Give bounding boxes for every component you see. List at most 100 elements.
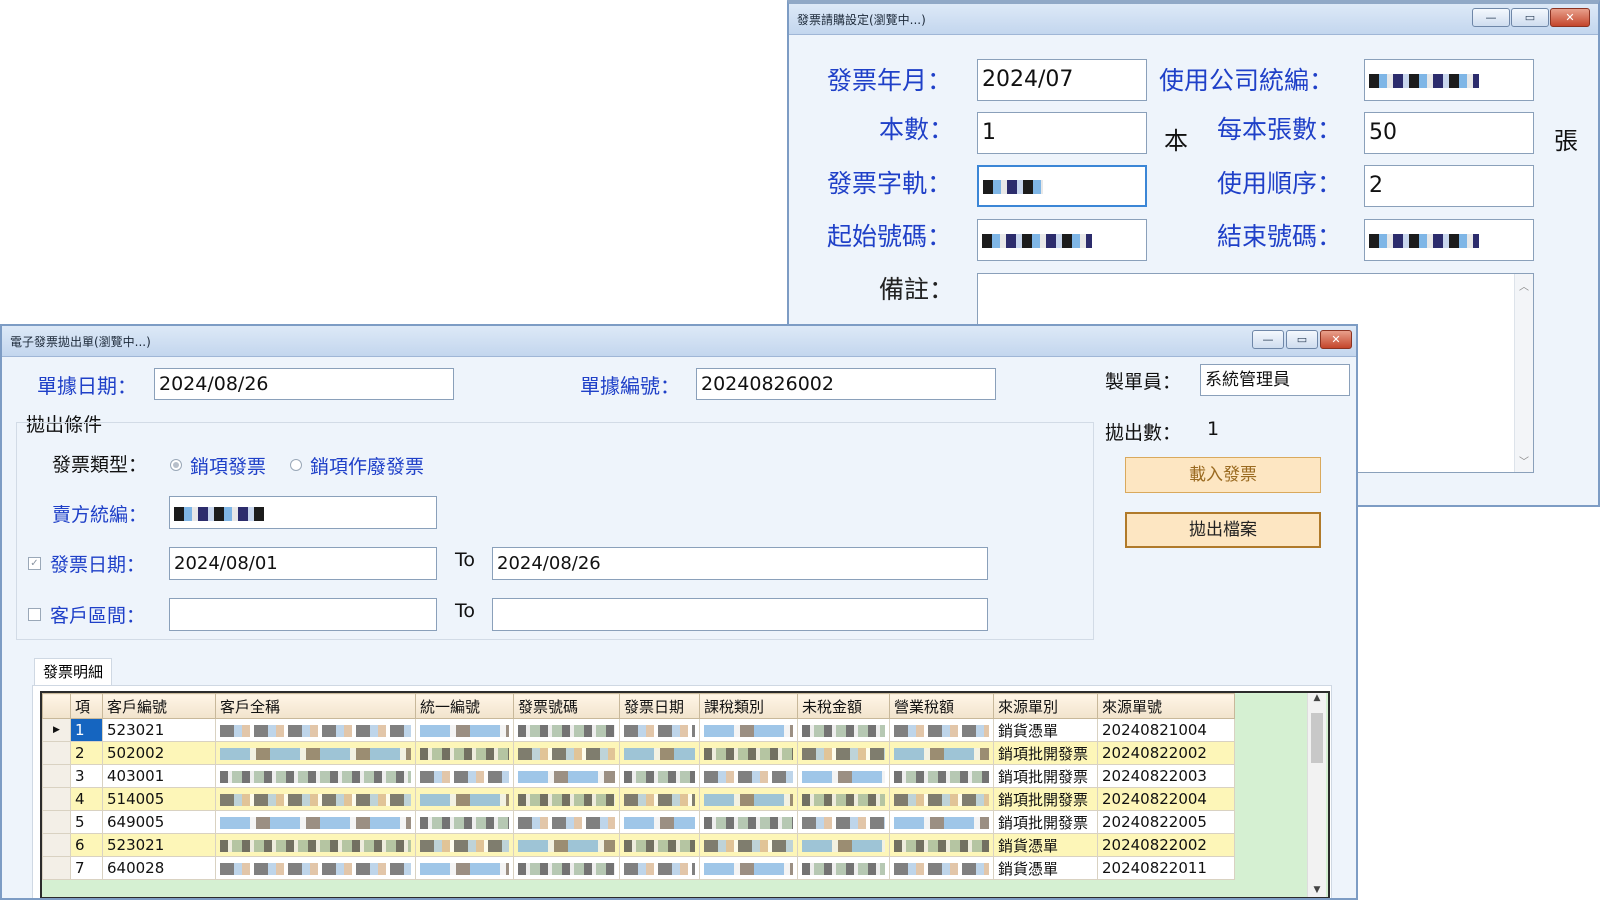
scroll-thumb[interactable] — [1311, 713, 1323, 763]
load-invoices-button[interactable]: 載入發票 — [1125, 457, 1321, 493]
void-invoice-label[interactable]: 銷項作廢發票 — [310, 452, 424, 479]
cell-customer-id: 523021 — [102, 833, 216, 857]
column-header[interactable]: 項 — [70, 693, 103, 719]
redacted-value — [624, 747, 695, 760]
memo-scrollbar[interactable]: ︿ ﹀ — [1514, 274, 1533, 472]
table-row[interactable]: 6 523021 銷貨憑單 20240822002 — [42, 833, 1235, 857]
customer-to-label: To — [455, 600, 476, 622]
maximize-button[interactable]: ▭ — [1511, 8, 1549, 27]
sales-invoice-radio[interactable] — [170, 459, 182, 471]
doc-date-label: 單據日期： — [37, 374, 137, 398]
maker-field[interactable]: 系統管理員 — [1200, 364, 1350, 396]
books-field[interactable]: 1 — [977, 112, 1147, 154]
column-header[interactable]: 客戶編號 — [102, 693, 216, 719]
redacted-value — [802, 816, 885, 829]
redacted-value — [802, 862, 885, 875]
maximize-button[interactable]: ▭ — [1286, 330, 1318, 349]
doc-date-field[interactable]: 2024/08/26 — [154, 368, 454, 400]
memo-label: 備註： — [879, 275, 955, 304]
cell-source-number: 20240822002 — [1097, 741, 1235, 765]
invoice-date-to-field[interactable]: 2024/08/26 — [492, 547, 988, 580]
cell-customer-id: 514005 — [102, 787, 216, 811]
start-number-field[interactable] — [977, 219, 1147, 261]
tab-invoice-details[interactable]: 發票明細 — [34, 658, 112, 686]
redacted-value — [518, 793, 615, 806]
redacted-value — [420, 862, 509, 875]
column-header[interactable]: 來源單別 — [993, 693, 1098, 719]
column-header[interactable]: 未稅金額 — [797, 693, 890, 719]
title-bar[interactable]: 發票請購設定(瀏覽中...) — ▭ ✕ — [789, 4, 1598, 35]
void-invoice-radio[interactable] — [290, 459, 302, 471]
title-bar[interactable]: 電子發票拋出單(瀏覽中...) — ▭ ✕ — [2, 326, 1356, 357]
export-file-button[interactable]: 拋出檔案 — [1125, 512, 1321, 548]
column-header[interactable]: 發票號碼 — [513, 693, 620, 719]
scroll-up-icon[interactable]: ▲ — [1308, 693, 1326, 703]
scroll-down-icon[interactable]: ▼ — [1308, 885, 1326, 895]
doc-number-label: 單據編號： — [580, 374, 680, 398]
row-indicator — [42, 741, 71, 765]
cell-redacted — [889, 741, 994, 765]
grid-vertical-scrollbar[interactable]: ▲ ▼ — [1307, 693, 1326, 897]
sheets-per-book-field[interactable]: 50 — [1364, 112, 1534, 154]
cell-redacted — [415, 833, 514, 857]
cell-redacted — [797, 764, 890, 788]
minimize-button[interactable]: — — [1472, 8, 1510, 27]
row-indicator — [42, 810, 71, 834]
column-header[interactable]: 來源單號 — [1097, 693, 1235, 719]
end-number-field[interactable] — [1364, 219, 1534, 261]
column-header[interactable]: 課稅類別 — [699, 693, 798, 719]
cell-redacted — [797, 833, 890, 857]
redacted-value — [802, 770, 885, 783]
cell-redacted — [619, 787, 700, 811]
redacted-value — [624, 862, 695, 875]
scroll-up-icon[interactable]: ︿ — [1515, 278, 1533, 293]
cell-redacted — [513, 718, 620, 742]
sales-invoice-label[interactable]: 銷項發票 — [190, 452, 266, 479]
close-button[interactable]: ✕ — [1320, 330, 1352, 349]
use-order-field[interactable]: 2 — [1364, 165, 1534, 207]
invoice-ym-label: 發票年月： — [827, 66, 953, 95]
invoice-ym-field[interactable]: 2024/07 — [977, 59, 1147, 101]
cell-redacted — [415, 718, 514, 742]
scroll-down-icon[interactable]: ﹀ — [1515, 453, 1533, 468]
column-header[interactable]: 發票日期 — [619, 693, 700, 719]
customer-range-to-field[interactable] — [492, 598, 988, 631]
table-row[interactable]: 2 502002 銷項批開發票 20240822002 — [42, 741, 1235, 765]
customer-range-checkbox[interactable] — [28, 608, 41, 621]
redacted-value — [894, 724, 989, 737]
maker-label: 製單員： — [1105, 371, 1182, 393]
column-header[interactable]: 統一編號 — [415, 693, 514, 719]
column-header[interactable]: 客戶全稱 — [215, 693, 416, 719]
cell-customer-id: 502002 — [102, 741, 216, 765]
cell-redacted — [215, 856, 416, 880]
invoice-track-field[interactable] — [977, 165, 1147, 207]
invoice-date-checkbox[interactable]: ✓ — [28, 557, 41, 570]
seller-tax-id-field[interactable] — [169, 496, 437, 529]
cell-source-number: 20240822011 — [1097, 856, 1235, 880]
minimize-button[interactable]: — — [1252, 330, 1284, 349]
company-tax-id-field[interactable] — [1364, 59, 1534, 101]
cell-redacted — [513, 787, 620, 811]
cell-source-number: 20240822004 — [1097, 787, 1235, 811]
books-label: 本數： — [879, 115, 955, 144]
customer-range-from-field[interactable] — [169, 598, 437, 631]
doc-number-field[interactable]: 20240826002 — [696, 368, 996, 400]
cell-redacted — [797, 741, 890, 765]
table-row[interactable]: 5 649005 銷項批開發票 20240822005 — [42, 810, 1235, 834]
redacted-value — [624, 793, 695, 806]
column-header[interactable]: 營業稅額 — [889, 693, 994, 719]
window-title: 電子發票拋出單(瀏覽中...) — [10, 335, 151, 349]
sheets-per-book-label: 每本張數： — [1217, 115, 1343, 144]
redacted-value — [802, 839, 885, 852]
close-button[interactable]: ✕ — [1550, 8, 1590, 27]
table-row[interactable]: ▶ 1 523021 銷貨憑單 20240821004 — [42, 718, 1235, 742]
table-row[interactable]: 4 514005 銷項批開發票 20240822004 — [42, 787, 1235, 811]
table-row[interactable]: 7 640028 銷貨憑單 20240822011 — [42, 856, 1235, 880]
cell-redacted — [619, 856, 700, 880]
redacted-value — [518, 724, 615, 737]
cell-source-type: 銷項批開發票 — [993, 810, 1098, 834]
redacted-value — [704, 724, 793, 737]
redacted-value — [704, 816, 793, 829]
invoice-date-from-field[interactable]: 2024/08/01 — [169, 547, 437, 580]
table-row[interactable]: 3 403001 銷項批開發票 20240822003 — [42, 764, 1235, 788]
